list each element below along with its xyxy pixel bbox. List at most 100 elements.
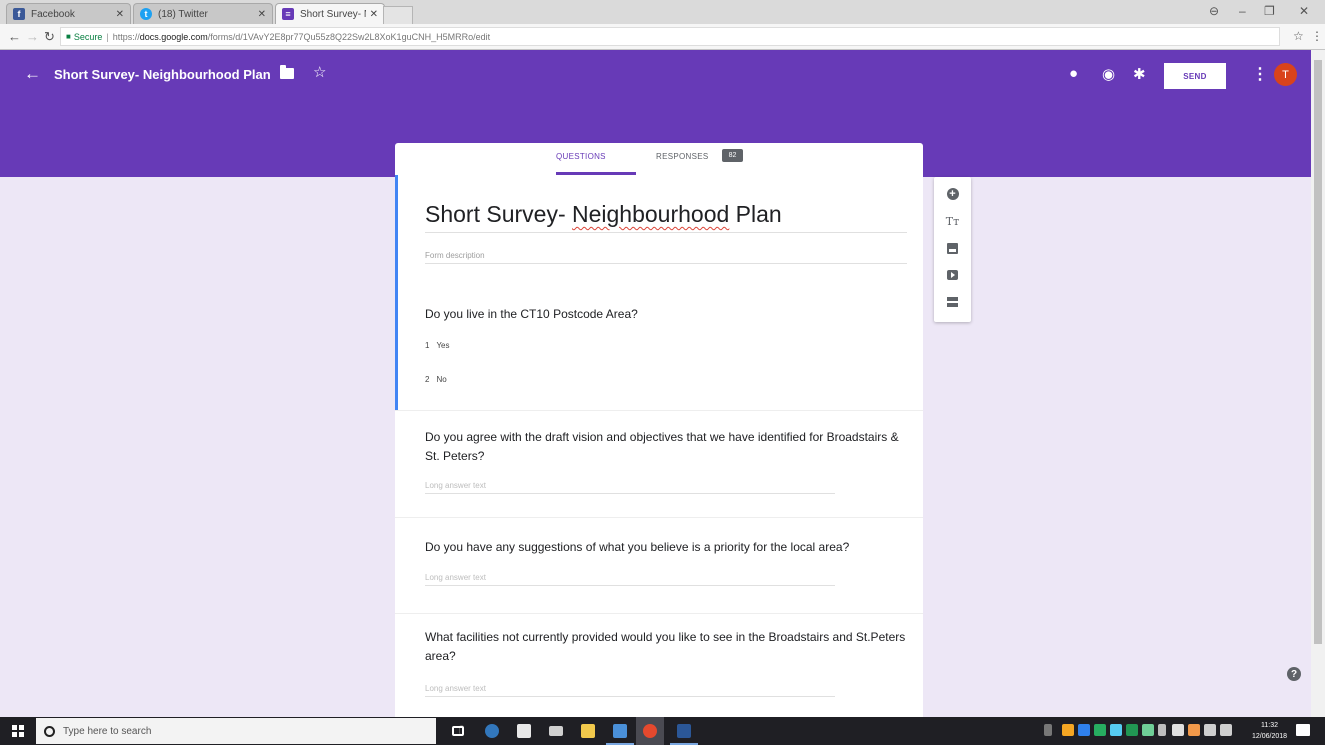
- minimize-icon[interactable]: –: [1239, 4, 1246, 18]
- reload-icon[interactable]: ↻: [44, 29, 55, 45]
- chevron-up-icon[interactable]: [1158, 724, 1166, 736]
- edge-browser-icon[interactable]: [482, 721, 502, 741]
- question-divider: [395, 613, 923, 614]
- choice-option[interactable]: 2 No: [425, 375, 447, 384]
- tray-app-icon[interactable]: [1094, 724, 1106, 736]
- profile-icon[interactable]: ⊖: [1209, 4, 1219, 18]
- add-image-button[interactable]: [934, 235, 971, 261]
- chrome-icon[interactable]: [636, 717, 664, 745]
- url-host: docs.google.com: [139, 31, 208, 42]
- add-title-button[interactable]: Tт: [934, 208, 971, 234]
- add-video-button[interactable]: [934, 262, 971, 288]
- browser-tab-label: Short Survey- Neighbour: [300, 8, 366, 20]
- settings-tray-icon[interactable]: [1172, 724, 1184, 736]
- people-icon[interactable]: [1044, 724, 1052, 736]
- palette-icon[interactable]: ●: [1069, 65, 1078, 82]
- url-path: /forms/d/1VAvY2E8pr77Qu55z8Q22Sw2L8XoK1g…: [207, 31, 491, 42]
- tray-app-icon[interactable]: [1126, 724, 1138, 736]
- image-icon: [947, 242, 958, 254]
- settings-gear-icon[interactable]: ✱: [1133, 65, 1146, 83]
- search-placeholder: Type here to search: [63, 725, 152, 737]
- active-section-indicator: [395, 175, 398, 410]
- question-title[interactable]: Do you agree with the draft vision and o…: [425, 428, 915, 466]
- send-button[interactable]: SEND: [1164, 63, 1226, 89]
- form-name[interactable]: Short Survey- Neighbourhood Plan: [54, 67, 271, 82]
- close-tab-icon[interactable]: ✕: [116, 9, 124, 20]
- back-arrow-icon[interactable]: ←: [8, 29, 21, 44]
- close-window-icon[interactable]: ✕: [1299, 4, 1309, 18]
- secure-label: Secure: [73, 31, 103, 42]
- tray-app-icon[interactable]: [1142, 724, 1154, 736]
- form-title[interactable]: Short Survey- Neighbourhood Plan: [425, 201, 782, 228]
- browser-tab-label: (18) Twitter: [158, 8, 208, 20]
- description-underline: [425, 263, 907, 264]
- title-underline: [425, 232, 907, 233]
- question-divider: [395, 517, 923, 518]
- cortana-icon: [44, 725, 55, 737]
- section-icon: [947, 297, 958, 307]
- tray-app-icon[interactable]: [1188, 724, 1200, 736]
- spelling-underline: Neighbourhood: [572, 201, 730, 227]
- photos-app-icon[interactable]: [606, 721, 634, 745]
- add-circle-icon: +: [946, 188, 959, 200]
- address-bar: ← → ↻ ■ Secure | https://docs.google.com…: [0, 24, 1325, 50]
- browser-tab-facebook[interactable]: f Facebook ✕: [6, 3, 131, 24]
- tray-app-icon[interactable]: [1110, 724, 1122, 736]
- add-question-button[interactable]: +: [934, 181, 971, 207]
- store-icon[interactable]: [514, 721, 534, 741]
- twitter-icon: t: [140, 8, 152, 20]
- close-tab-icon[interactable]: ✕: [370, 9, 378, 20]
- mail-icon[interactable]: [546, 721, 566, 741]
- help-icon[interactable]: ?: [1287, 667, 1301, 681]
- text-title-icon: Tт: [945, 214, 960, 228]
- url-input[interactable]: ■ Secure | https://docs.google.com/forms…: [60, 27, 1280, 46]
- form-description-field[interactable]: Form description: [425, 251, 485, 260]
- file-explorer-icon[interactable]: [578, 721, 598, 741]
- clock-date: 12/06/2018: [1252, 733, 1288, 740]
- question-divider: [395, 410, 923, 411]
- task-view-icon[interactable]: [448, 721, 468, 741]
- responses-count-badge: 82: [722, 149, 743, 162]
- word-app-icon[interactable]: [670, 721, 698, 745]
- new-tab-button[interactable]: [383, 6, 413, 24]
- tray-app-icon[interactable]: [1078, 724, 1090, 736]
- browser-tab-twitter[interactable]: t (18) Twitter ✕: [133, 3, 273, 24]
- forward-arrow-icon[interactable]: →: [26, 29, 39, 44]
- url-scheme: https://: [112, 31, 140, 42]
- more-options-icon[interactable]: ⋮: [1252, 64, 1268, 84]
- add-section-button[interactable]: [934, 289, 971, 315]
- facebook-icon: f: [13, 8, 25, 20]
- browser-menu-icon[interactable]: ⋮: [1311, 29, 1323, 43]
- tray-app-icon[interactable]: [1062, 724, 1074, 736]
- video-icon: [947, 270, 958, 280]
- form-editor: Short Survey- Neighbourhood Plan Form de…: [395, 175, 923, 717]
- choice-option[interactable]: 1 Yes: [425, 341, 450, 350]
- browser-tab-forms[interactable]: ≡ Short Survey- Neighbour ✕: [275, 3, 385, 24]
- star-icon[interactable]: ☆: [313, 63, 326, 81]
- windows-start-icon[interactable]: [12, 725, 24, 737]
- long-answer-placeholder: Long answer text: [425, 481, 486, 490]
- preview-eye-icon[interactable]: ◉: [1102, 65, 1115, 83]
- question-title[interactable]: Do you have any suggestions of what you …: [425, 538, 915, 557]
- question-title[interactable]: Do you live in the CT10 Postcode Area?: [425, 305, 915, 324]
- windows-taskbar: Type here to search 11:32 12/06/2018: [0, 717, 1325, 745]
- bookmark-star-icon[interactable]: ☆: [1293, 29, 1304, 43]
- page-scrollbar[interactable]: [1311, 50, 1325, 717]
- network-icon[interactable]: [1204, 724, 1216, 736]
- taskbar-search-input[interactable]: Type here to search: [36, 718, 464, 744]
- avatar[interactable]: T: [1274, 63, 1297, 86]
- maximize-icon[interactable]: ❐: [1264, 4, 1275, 18]
- form-tabs: QUESTIONS RESPONSES 82: [395, 143, 923, 175]
- system-clock[interactable]: 11:32 12/06/2018: [1252, 720, 1287, 742]
- volume-icon[interactable]: [1220, 724, 1232, 736]
- long-answer-placeholder: Long answer text: [425, 684, 486, 693]
- scroll-thumb[interactable]: [1314, 60, 1322, 644]
- close-tab-icon[interactable]: ✕: [258, 9, 266, 20]
- action-center-icon[interactable]: [1296, 724, 1310, 736]
- back-arrow-icon[interactable]: ←: [24, 64, 41, 84]
- question-toolbar: + Tт: [934, 177, 971, 322]
- question-title[interactable]: What facilities not currently provided w…: [425, 628, 915, 666]
- folder-icon[interactable]: [280, 65, 294, 79]
- tab-responses[interactable]: RESPONSES: [656, 152, 709, 161]
- tab-questions[interactable]: QUESTIONS: [556, 152, 606, 161]
